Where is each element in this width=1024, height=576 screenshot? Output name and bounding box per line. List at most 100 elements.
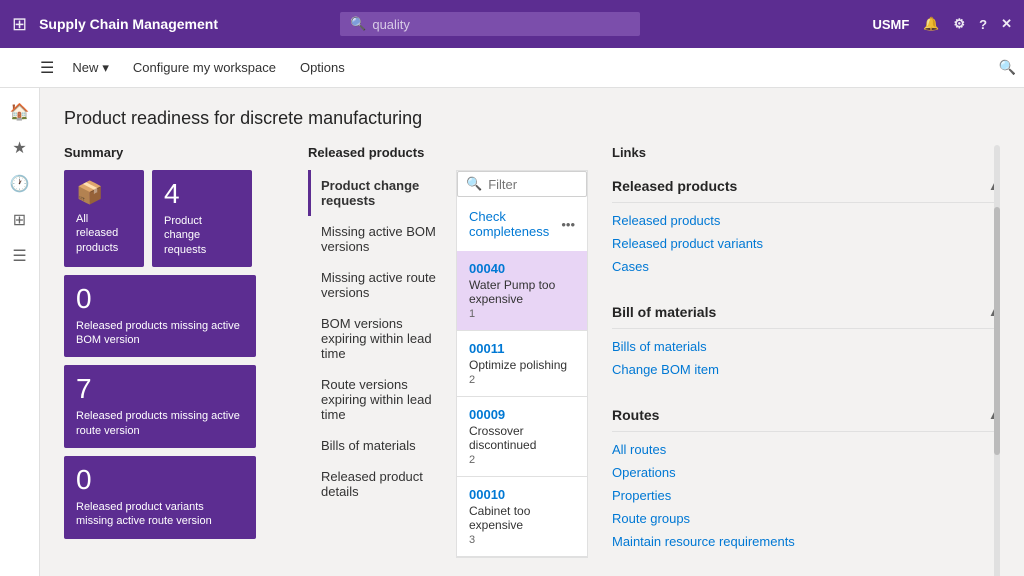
product-name-00040: Water Pump too expensive bbox=[469, 278, 575, 306]
link-released-product-variants[interactable]: Released product variants bbox=[612, 236, 763, 251]
scrollbar-thumb[interactable] bbox=[994, 207, 1000, 455]
configure-workspace-button[interactable]: Configure my workspace bbox=[123, 56, 286, 79]
links-section-title: Links bbox=[612, 145, 1000, 160]
chevron-down-icon: ▾ bbox=[102, 60, 109, 76]
new-button[interactable]: New ▾ bbox=[62, 56, 119, 80]
tile-all-released-label: All released products bbox=[76, 212, 132, 255]
product-id-00011: 00011 bbox=[469, 341, 575, 356]
close-icon[interactable]: ✕ bbox=[1001, 16, 1012, 32]
tile-product-change-label: Product change requests bbox=[164, 214, 240, 257]
released-products-nav: Product change requests Missing active B… bbox=[308, 170, 448, 558]
filter-input[interactable] bbox=[488, 177, 578, 192]
product-card-00011[interactable]: 00011 Optimize polishing 2 bbox=[457, 331, 587, 397]
nav-product-change-requests[interactable]: Product change requests bbox=[308, 170, 448, 216]
links-group-released-header[interactable]: Released products ▲ bbox=[612, 170, 1000, 203]
tile-missing-bom-label: Released products missing active BOM ver… bbox=[76, 319, 244, 348]
search-input[interactable] bbox=[372, 17, 630, 32]
filter-icon: 🔍 bbox=[466, 176, 482, 192]
page-title: Product readiness for discrete manufactu… bbox=[64, 108, 1000, 129]
product-name-00010: Cabinet too expensive bbox=[469, 504, 575, 532]
list-item: Released product variants bbox=[612, 232, 1000, 255]
list-item: Operations bbox=[612, 461, 1000, 484]
links-group-bom-header[interactable]: Bill of materials ▲ bbox=[612, 296, 1000, 329]
summary-column: Summary 📦 All released products 4 Produc… bbox=[64, 145, 284, 576]
product-num-00011: 2 bbox=[469, 374, 575, 386]
product-filter-box[interactable]: 🔍 bbox=[457, 171, 587, 197]
tile-missing-variants-label: Released product variants missing active… bbox=[76, 500, 244, 529]
links-group-resources-header[interactable]: Resources ▲ bbox=[612, 571, 1000, 576]
scrollbar-track[interactable] bbox=[994, 145, 1000, 576]
tile-missing-route[interactable]: 7 Released products missing active route… bbox=[64, 365, 256, 448]
link-route-groups[interactable]: Route groups bbox=[612, 511, 690, 526]
notifications-icon[interactable]: 🔔 bbox=[923, 16, 939, 32]
help-icon[interactable]: ? bbox=[979, 17, 987, 32]
nav-released-product-details[interactable]: Released product details bbox=[308, 461, 448, 507]
link-maintain-resource-requirements[interactable]: Maintain resource requirements bbox=[612, 534, 795, 549]
sidebar-grid-icon[interactable]: ⊞ bbox=[4, 204, 36, 236]
link-all-routes[interactable]: All routes bbox=[612, 442, 666, 457]
product-card-00040[interactable]: 00040 Water Pump too expensive 1 bbox=[457, 251, 587, 331]
check-completeness-label[interactable]: Check completeness bbox=[469, 209, 549, 239]
nav-bom-expiring[interactable]: BOM versions expiring within lead time bbox=[308, 308, 448, 369]
product-num-00040: 1 bbox=[469, 308, 575, 320]
links-group-bom: Bill of materials ▲ Bills of materials C… bbox=[612, 296, 1000, 387]
nav-missing-route-versions[interactable]: Missing active route versions bbox=[308, 262, 448, 308]
tile-missing-route-number: 7 bbox=[76, 375, 244, 403]
product-name-00009: Crossover discontinued bbox=[469, 424, 575, 452]
search-icon: 🔍 bbox=[350, 16, 366, 32]
links-group-released: Released products ▲ Released products Re… bbox=[612, 170, 1000, 284]
product-list-panel: 🔍 Check completeness ••• 00040 Water Pum… bbox=[456, 170, 588, 558]
nav-missing-bom-versions[interactable]: Missing active BOM versions bbox=[308, 216, 448, 262]
tile-all-released[interactable]: 📦 All released products bbox=[64, 170, 144, 267]
links-column: Links Released products ▲ Released produ… bbox=[612, 145, 1000, 576]
link-cases[interactable]: Cases bbox=[612, 259, 649, 274]
options-button[interactable]: Options bbox=[290, 56, 355, 79]
hamburger-icon[interactable]: ☰ bbox=[40, 58, 54, 78]
product-card-00010[interactable]: 00010 Cabinet too expensive 3 bbox=[457, 477, 587, 557]
links-group-released-title: Released products bbox=[612, 178, 737, 194]
links-group-routes-title: Routes bbox=[612, 407, 659, 423]
content-area: Product readiness for discrete manufactu… bbox=[40, 88, 1024, 576]
sidebar: 🏠 ★ 🕐 ⊞ ☰ bbox=[0, 88, 40, 576]
product-id-00010: 00010 bbox=[469, 487, 575, 502]
tile-missing-bom[interactable]: 0 Released products missing active BOM v… bbox=[64, 275, 256, 358]
product-id-00009: 00009 bbox=[469, 407, 575, 422]
toolbar-search-icon[interactable]: 🔍 bbox=[999, 59, 1016, 76]
summary-tiles: 📦 All released products 4 Product change… bbox=[64, 170, 284, 539]
tile-product-change[interactable]: 4 Product change requests bbox=[152, 170, 252, 267]
link-bills-of-materials[interactable]: Bills of materials bbox=[612, 339, 707, 354]
product-name-00011: Optimize polishing bbox=[469, 358, 575, 372]
links-group-routes: Routes ▲ All routes Operations Propertie… bbox=[612, 399, 1000, 559]
link-released-products[interactable]: Released products bbox=[612, 213, 720, 228]
links-group-routes-list: All routes Operations Properties Route g… bbox=[612, 432, 1000, 559]
app-grid-icon[interactable]: ⊞ bbox=[12, 14, 27, 35]
link-properties[interactable]: Properties bbox=[612, 488, 671, 503]
toolbar: ☰ New ▾ Configure my workspace Options 🔍 bbox=[0, 48, 1024, 88]
tile-missing-bom-number: 0 bbox=[76, 285, 244, 313]
top-navigation: ⊞ Supply Chain Management 🔍 USMF 🔔 ⚙ ? ✕ bbox=[0, 0, 1024, 48]
list-item: All routes bbox=[612, 438, 1000, 461]
links-group-released-list: Released products Released product varia… bbox=[612, 203, 1000, 284]
more-options-icon[interactable]: ••• bbox=[561, 217, 575, 232]
list-item: Route groups bbox=[612, 507, 1000, 530]
sidebar-menu-icon[interactable]: ☰ bbox=[4, 240, 36, 272]
tile-missing-variants[interactable]: 0 Released product variants missing acti… bbox=[64, 456, 256, 539]
sidebar-home-icon[interactable]: 🏠 bbox=[4, 96, 36, 128]
user-label: USMF bbox=[872, 17, 909, 32]
product-card-00009[interactable]: 00009 Crossover discontinued 2 bbox=[457, 397, 587, 477]
links-group-routes-header[interactable]: Routes ▲ bbox=[612, 399, 1000, 432]
list-item: Properties bbox=[612, 484, 1000, 507]
check-completeness-bar: Check completeness ••• bbox=[457, 205, 587, 243]
nav-route-expiring[interactable]: Route versions expiring within lead time bbox=[308, 369, 448, 430]
app-title: Supply Chain Management bbox=[39, 16, 218, 32]
settings-icon[interactable]: ⚙ bbox=[953, 16, 965, 32]
nav-bills-of-materials[interactable]: Bills of materials bbox=[308, 430, 448, 461]
global-search-box[interactable]: 🔍 bbox=[340, 12, 640, 36]
sidebar-star-icon[interactable]: ★ bbox=[4, 132, 36, 164]
link-operations[interactable]: Operations bbox=[612, 465, 676, 480]
box-icon: 📦 bbox=[76, 180, 132, 206]
links-group-bom-list: Bills of materials Change BOM item bbox=[612, 329, 1000, 387]
link-change-bom-item[interactable]: Change BOM item bbox=[612, 362, 719, 377]
sidebar-recent-icon[interactable]: 🕐 bbox=[4, 168, 36, 200]
list-item: Cases bbox=[612, 255, 1000, 278]
